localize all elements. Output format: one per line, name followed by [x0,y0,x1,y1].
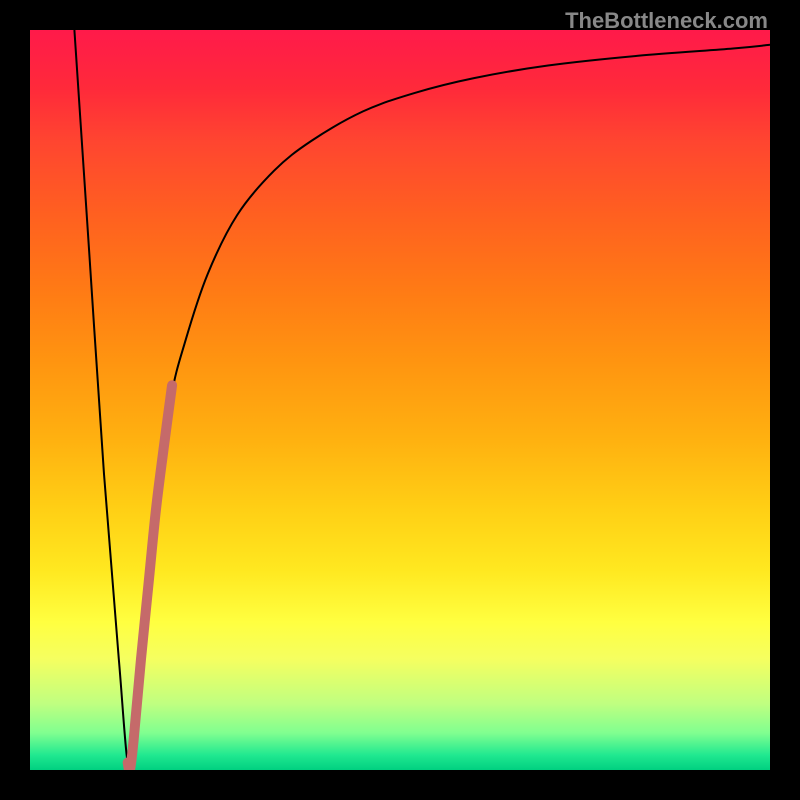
main-curve-path [74,30,770,770]
chart-curves [30,30,770,770]
chart-container: TheBottleneck.com [0,0,800,800]
watermark-text: TheBottleneck.com [565,8,768,34]
highlight-segment-path [128,385,172,770]
